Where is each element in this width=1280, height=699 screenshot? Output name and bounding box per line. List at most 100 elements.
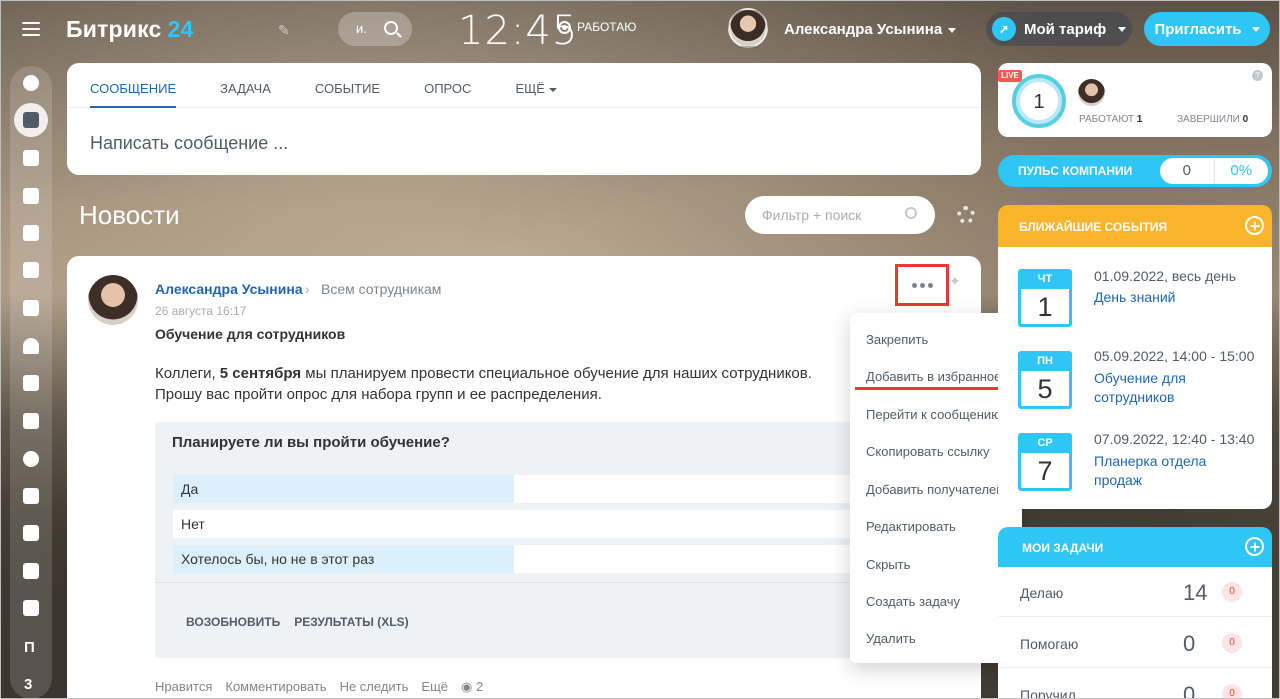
- work-status-label: РАБОТАЮ: [577, 20, 637, 34]
- left-sidebar: П 3: [0, 0, 64, 699]
- menu-item-delete[interactable]: Удалить: [866, 631, 916, 646]
- drive-icon[interactable]: [20, 259, 42, 281]
- poll-answer[interactable]: Нет: [173, 510, 855, 538]
- views-counter[interactable]: ◉ 2: [461, 679, 483, 695]
- finished-label: ЗАВЕРШИЛИ: [1177, 114, 1240, 125]
- sidebar-item-3[interactable]: 3: [24, 676, 32, 693]
- tab-poll[interactable]: ОПРОС: [424, 63, 471, 107]
- menu-item-go-to-message[interactable]: Перейти к сообщению: [866, 407, 1001, 422]
- message-input[interactable]: Написать сообщение ...: [90, 133, 288, 154]
- logo-number: 24: [167, 16, 194, 42]
- finished-count: 0: [1242, 114, 1249, 125]
- search-icon: [384, 21, 398, 35]
- event-day: 1: [1037, 292, 1053, 322]
- task-row-label: Помогаю: [1020, 636, 1079, 652]
- company-pulse[interactable]: ПУЛЬС КОМПАНИИ 0 0%: [998, 155, 1272, 187]
- event-date: 07.09.2022, 12:40 - 13:40: [1094, 431, 1255, 447]
- more-link[interactable]: Ещё: [421, 679, 448, 695]
- event-weekday: ЧТ: [1021, 272, 1069, 289]
- post-text: Коллеги, 5 сентября мы планируем провест…: [155, 363, 855, 405]
- post-author[interactable]: Александра Усынина: [155, 281, 303, 297]
- dot-icon: [919, 282, 925, 288]
- sites-icon[interactable]: [20, 72, 42, 94]
- event-weekday: СР: [1021, 436, 1069, 453]
- gear-icon[interactable]: [957, 206, 975, 224]
- record-icon: [558, 20, 571, 34]
- add-event-plus-icon[interactable]: [1245, 216, 1264, 235]
- shop-cart-icon[interactable]: [20, 485, 42, 507]
- employees-icon[interactable]: [20, 335, 42, 357]
- tasks-icon[interactable]: [20, 372, 42, 394]
- calendar-icon[interactable]: [20, 185, 42, 207]
- task-row-counter: 0: [1222, 684, 1242, 699]
- post-text-line2: Прошу вас пройти опрос для набора групп …: [155, 386, 602, 403]
- calendar-date-icon: ПН 5: [1018, 351, 1072, 409]
- poll-answer-bar: [173, 475, 514, 503]
- mail-icon[interactable]: [20, 297, 42, 319]
- robot-icon[interactable]: [20, 560, 42, 582]
- poll-answer[interactable]: Хотелось бы, но не в этот раз: [173, 545, 855, 573]
- tab-task[interactable]: ЗАДАЧА: [220, 63, 271, 107]
- author-avatar[interactable]: [88, 275, 138, 325]
- task-row-assigned[interactable]: Поручил 0 0: [998, 669, 1272, 699]
- marketing-target-icon[interactable]: [20, 448, 42, 470]
- invite-button[interactable]: Пригласить: [1144, 12, 1270, 46]
- more-actions-button[interactable]: [895, 264, 949, 306]
- feed-post: Александра Усынина › Всем сотрудникам 26…: [67, 256, 981, 699]
- composer-tabs: СООБЩЕНИЕ ЗАДАЧА СОБЫТИЕ ОПРОС ЕЩЁ: [67, 63, 981, 108]
- like-link[interactable]: Нравится: [155, 679, 212, 695]
- tariff-button[interactable]: ➚ Мой тариф: [986, 12, 1132, 46]
- user-avatar[interactable]: [728, 8, 768, 48]
- post-date[interactable]: 26 августа 16:17: [155, 304, 246, 318]
- contact-card-icon[interactable]: [20, 522, 42, 544]
- menu-item-edit[interactable]: Редактировать: [866, 519, 956, 534]
- menu-burger-icon[interactable]: [22, 22, 40, 36]
- online-counter-ring[interactable]: 1: [1012, 74, 1066, 128]
- menu-item-hide[interactable]: Скрыть: [866, 557, 910, 572]
- post-destination[interactable]: Всем сотрудникам: [321, 281, 441, 297]
- event-date: 05.09.2022, 14:00 - 15:00: [1094, 348, 1255, 364]
- post-title: Обучение для сотрудников: [155, 326, 346, 342]
- app-logo[interactable]: Битрикс 24: [66, 16, 194, 43]
- task-row-helping[interactable]: Помогаю 0 0: [998, 618, 1272, 668]
- event-link[interactable]: Обучение для сотрудников: [1094, 369, 1254, 407]
- menu-item-add-favorite[interactable]: Добавить в избранное: [866, 369, 1001, 384]
- event-link[interactable]: Планерка отдела продаж: [1094, 452, 1254, 490]
- menu-item-add-recipients[interactable]: Добавить получателей: [866, 482, 1004, 497]
- chat-icon[interactable]: [20, 147, 42, 169]
- tab-message[interactable]: СООБЩЕНИЕ: [90, 63, 177, 108]
- crm-funnel-icon[interactable]: [20, 410, 42, 432]
- unfollow-link[interactable]: Не следить: [340, 679, 409, 695]
- poll-actions: ВОЗОБНОВИТЬ РЕЗУЛЬТАТЫ (XLS): [186, 615, 409, 629]
- eye-icon: ◉: [461, 679, 473, 694]
- post-footer: Нравится Комментировать Не следить Ещё ◉…: [155, 679, 483, 695]
- menu-item-pin[interactable]: Закрепить: [866, 332, 928, 347]
- resume-poll-button[interactable]: ВОЗОБНОВИТЬ: [186, 615, 280, 629]
- feed-icon[interactable]: [14, 103, 48, 137]
- task-row-doing[interactable]: Делаю 14 0: [998, 567, 1272, 617]
- user-menu[interactable]: Александра Усынина: [784, 21, 957, 38]
- menu-item-create-task[interactable]: Создать задачу: [866, 594, 960, 609]
- sidebar-item-p[interactable]: П: [24, 639, 35, 656]
- avatar[interactable]: [1078, 79, 1105, 106]
- search-icon: [905, 207, 917, 219]
- box-icon[interactable]: [20, 597, 42, 619]
- poll: Планируете ли вы пройти обучение? Да Нет…: [155, 422, 855, 658]
- comment-link[interactable]: Комментировать: [225, 679, 326, 695]
- work-status[interactable]: РАБОТАЮ: [558, 20, 636, 34]
- poll-answer[interactable]: Да: [173, 475, 855, 503]
- menu-item-copy-link[interactable]: Скопировать ссылку: [866, 444, 990, 459]
- tab-more[interactable]: ЕЩЁ: [515, 63, 557, 107]
- edit-pencil-icon[interactable]: ✎: [278, 22, 290, 39]
- event-link[interactable]: День знаний: [1094, 288, 1254, 307]
- add-task-plus-icon[interactable]: [1245, 537, 1264, 556]
- filter-search-input[interactable]: Фильтр + поиск: [745, 196, 935, 234]
- documents-icon[interactable]: [20, 222, 42, 244]
- poll-answer-label: Да: [181, 481, 199, 497]
- tab-event[interactable]: СОБЫТИЕ: [315, 63, 380, 107]
- header-search[interactable]: и.: [338, 12, 412, 46]
- pin-icon[interactable]: ✦: [949, 273, 961, 290]
- tasks-title: МОИ ЗАДАЧИ: [1022, 541, 1104, 555]
- export-results-button[interactable]: РЕЗУЛЬТАТЫ (XLS): [294, 615, 408, 629]
- help-icon[interactable]: ?: [1252, 70, 1263, 81]
